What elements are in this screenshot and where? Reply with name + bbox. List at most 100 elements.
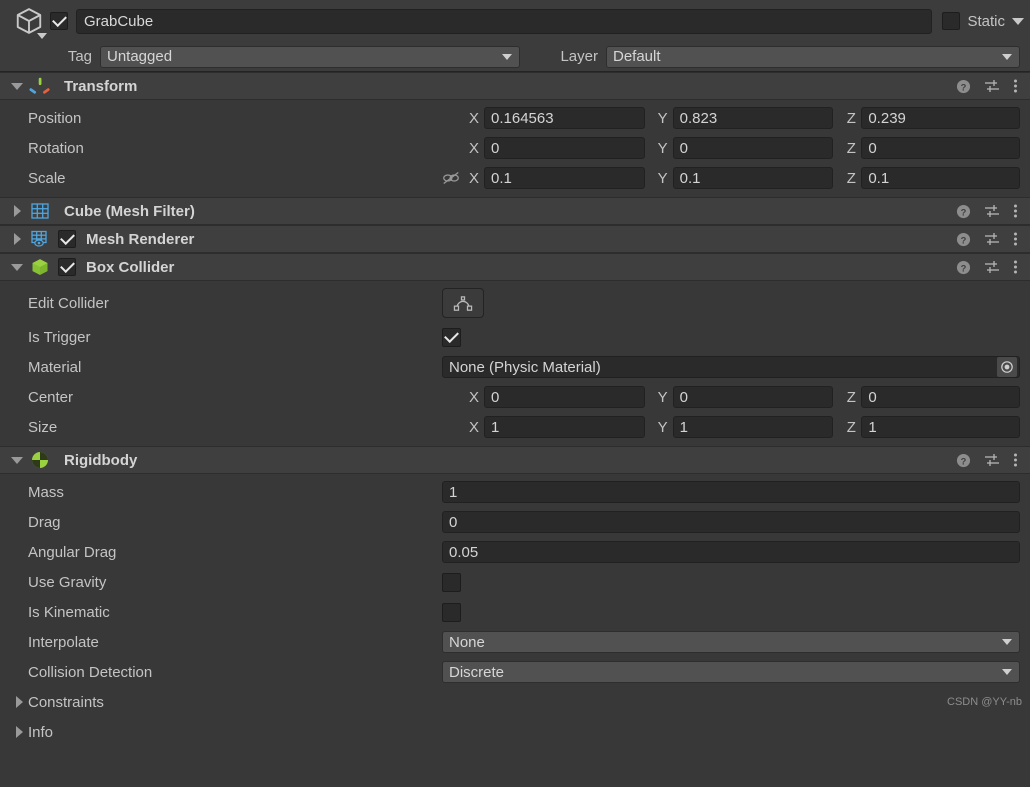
center-z-input[interactable]: 0 [861, 386, 1021, 408]
rotation-z-input[interactable]: 0 [861, 137, 1021, 159]
row-label: Mass [28, 483, 64, 501]
angular-drag-input[interactable]: 0.05 [442, 541, 1020, 563]
collider-size-row: Size X1 Y1 Z1 [0, 412, 1030, 442]
axis-z-label: Z [846, 418, 856, 436]
scale-x-input[interactable]: 0.1 [484, 167, 645, 189]
component-header-box-collider[interactable]: Box Collider ? [0, 253, 1030, 281]
help-icon[interactable]: ? [956, 232, 971, 247]
info-foldout-toggle[interactable] [10, 718, 28, 746]
more-menu-icon[interactable] [1013, 78, 1018, 94]
preset-icon[interactable] [984, 259, 1000, 275]
triangle-right-icon [13, 233, 21, 245]
size-x-input[interactable]: 1 [484, 416, 645, 438]
component-header-icons: ? [956, 231, 1030, 247]
gameobject-name-input[interactable]: GrabCube [76, 8, 933, 34]
preset-icon[interactable] [984, 452, 1000, 468]
mass-value: 1 [449, 483, 458, 501]
box-collider-enabled-checkbox[interactable] [58, 258, 76, 276]
more-menu-icon[interactable] [1013, 203, 1018, 219]
preset-icon[interactable] [984, 78, 1000, 94]
scale-x-value: 0.1 [491, 169, 512, 187]
center-z-value: 0 [868, 388, 877, 406]
more-menu-icon[interactable] [1013, 259, 1018, 275]
help-icon[interactable]: ? [956, 79, 971, 94]
constraints-row[interactable]: Constraints CSDN @YY-nb [0, 687, 1030, 717]
info-row[interactable]: Info [0, 717, 1030, 747]
component-header-rigidbody[interactable]: Rigidbody ? [0, 446, 1030, 474]
tag-value: Untagged [107, 48, 173, 65]
mass-input[interactable]: 1 [442, 481, 1020, 503]
svg-text:?: ? [961, 82, 967, 92]
triangle-down-icon [11, 456, 23, 464]
help-icon[interactable]: ? [956, 260, 971, 275]
transform-axis-icon [26, 75, 54, 97]
collider-center-row: Center X0 Y0 Z0 [0, 382, 1030, 412]
drag-row: Drag 0 [0, 507, 1030, 537]
row-label: Size [28, 418, 58, 436]
object-picker-icon[interactable] [997, 357, 1017, 377]
rigidbody-foldout-toggle[interactable] [8, 446, 26, 474]
component-header-transform[interactable]: Transform ? [0, 72, 1030, 100]
gameobject-name-text: GrabCube [84, 12, 154, 30]
more-menu-icon[interactable] [1013, 452, 1018, 468]
collision-detection-dropdown[interactable]: Discrete [442, 661, 1020, 683]
is-trigger-checkbox[interactable] [442, 327, 461, 347]
row-label: Interpolate [28, 633, 99, 651]
rotation-y-input[interactable]: 0 [672, 137, 834, 159]
rotation-vector3: X0 Y0 Z0 [464, 137, 1030, 159]
size-vector3: X1 Y1 Z1 [464, 416, 1030, 438]
mesh-filter-foldout-toggle[interactable] [8, 197, 26, 225]
rigidbody-icon [26, 449, 54, 471]
static-checkbox[interactable] [942, 12, 961, 30]
edit-collider-row: Edit Collider [0, 284, 1030, 322]
position-x-input[interactable]: 0.164563 [484, 107, 645, 129]
gameobject-icon-caret[interactable] [37, 33, 47, 39]
more-menu-icon[interactable] [1013, 231, 1018, 247]
interpolate-dropdown[interactable]: None [442, 631, 1020, 653]
component-header-mesh-renderer[interactable]: Mesh Renderer ? [0, 225, 1030, 253]
tag-dropdown[interactable]: Untagged [100, 45, 520, 68]
scale-unlinked-icon[interactable] [438, 170, 464, 186]
chevron-down-icon [1002, 53, 1012, 60]
gameobject-icon[interactable] [8, 1, 50, 41]
is-kinematic-checkbox[interactable] [442, 602, 461, 622]
row-label: Use Gravity [28, 573, 107, 591]
axis-x-label: X [468, 169, 479, 187]
mesh-renderer-enabled-checkbox[interactable] [58, 230, 76, 248]
preset-icon[interactable] [984, 203, 1000, 219]
position-z-input[interactable]: 0.239 [861, 107, 1021, 129]
center-y-input[interactable]: 0 [672, 386, 834, 408]
use-gravity-checkbox[interactable] [442, 572, 461, 592]
box-collider-foldout-toggle[interactable] [8, 253, 26, 281]
material-object-field[interactable]: None (Physic Material) [442, 356, 1020, 378]
preset-icon[interactable] [984, 231, 1000, 247]
axis-x-label: X [468, 139, 479, 157]
transform-rotation-row: Rotation X0 Y0 Z0 [0, 133, 1030, 163]
axis-y-label: Y [657, 388, 668, 406]
svg-text:?: ? [961, 235, 967, 245]
component-header-mesh-filter[interactable]: Cube (Mesh Filter) ? [0, 197, 1030, 225]
center-x-value: 0 [491, 388, 500, 406]
center-x-input[interactable]: 0 [484, 386, 645, 408]
axis-y-label: Y [657, 109, 668, 127]
edit-collider-button[interactable] [442, 288, 484, 318]
help-icon[interactable]: ? [956, 453, 971, 468]
scale-z-input[interactable]: 0.1 [861, 167, 1021, 189]
drag-input[interactable]: 0 [442, 511, 1020, 533]
scale-y-value: 0.1 [679, 169, 701, 187]
help-icon[interactable]: ? [956, 204, 971, 219]
component-body-box-collider: Edit Collider Is Trigger Material None (… [0, 281, 1030, 446]
transform-foldout-toggle[interactable] [8, 72, 26, 100]
layer-dropdown[interactable]: Default [606, 45, 1020, 68]
size-z-input[interactable]: 1 [861, 416, 1021, 438]
constraints-foldout-toggle[interactable] [10, 688, 28, 716]
size-y-input[interactable]: 1 [672, 416, 834, 438]
static-dropdown-caret-icon[interactable] [1012, 17, 1024, 25]
gameobject-enabled-checkbox[interactable] [50, 12, 68, 30]
mesh-renderer-foldout-toggle[interactable] [8, 225, 26, 253]
rotation-x-input[interactable]: 0 [484, 137, 645, 159]
triangle-down-icon [11, 82, 23, 90]
scale-y-input[interactable]: 0.1 [672, 167, 834, 189]
component-header-icons: ? [956, 452, 1030, 468]
position-y-input[interactable]: 0.823 [672, 107, 834, 129]
